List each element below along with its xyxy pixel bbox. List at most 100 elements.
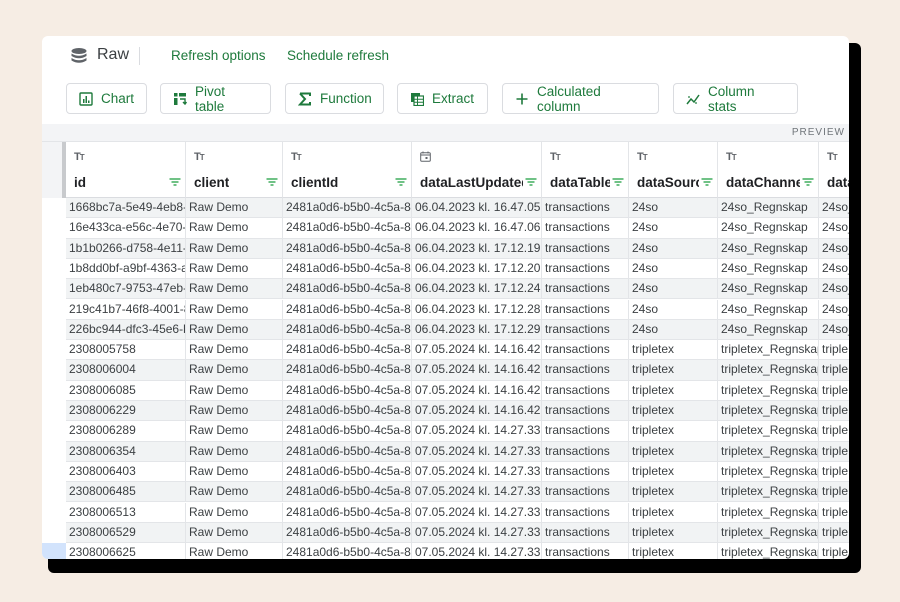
cell-data[interactable]: triple <box>819 482 849 501</box>
cell-id[interactable]: 226bc944-dfc3-45e6-b <box>66 319 186 340</box>
cell-id[interactable]: 2308006085 <box>66 380 186 400</box>
cell-id[interactable]: 1668bc7a-5e49-4eb8-9 <box>66 198 186 218</box>
cell-datalastupdated[interactable]: 06.04.2023 kl. 17.12.29 <box>412 319 542 340</box>
cell-data[interactable]: triple <box>819 421 849 440</box>
row-selector[interactable] <box>42 401 66 421</box>
cell-id[interactable]: 2308006229 <box>66 401 186 421</box>
cell-clientid[interactable]: 2481a0d6-b5b0-4c5a-80 <box>283 380 412 400</box>
cell-datalastupdated[interactable]: 06.04.2023 kl. 17.12.24 <box>412 279 542 299</box>
cell-clientid[interactable]: 2481a0d6-b5b0-4c5a-80 <box>283 218 412 238</box>
cell-id[interactable]: 2308006289 <box>66 421 186 441</box>
chart-button[interactable]: Chart <box>66 83 147 114</box>
cell-data[interactable]: 24so_ <box>819 259 849 278</box>
cell-datachannel[interactable]: tripletex_Regnskap <box>718 441 819 461</box>
table-row[interactable]: 2308006625 Raw Demo 2481a0d6-b5b0-4c5a-80 0… <box>66 543 849 559</box>
refresh-options-link[interactable]: Refresh options <box>171 48 266 63</box>
cell-datachannel[interactable]: tripletex_Regnskap <box>718 522 819 543</box>
cell-client[interactable]: Raw Demo <box>186 238 283 258</box>
cell-datalastupdated[interactable]: 07.05.2024 kl. 14.27.33 <box>412 421 542 441</box>
cell-data[interactable]: triple <box>819 442 849 461</box>
cell-clientid[interactable]: 2481a0d6-b5b0-4c5a-80 <box>283 340 412 360</box>
cell-datatable[interactable]: transactions <box>542 279 629 299</box>
row-selector[interactable] <box>42 360 66 380</box>
cell-datalastupdated[interactable]: 07.05.2024 kl. 14.16.42 <box>412 360 542 380</box>
cell-id[interactable]: 16e433ca-e56c-4e70-b <box>66 218 186 238</box>
cell-id[interactable]: 2308006529 <box>66 522 186 543</box>
column-header-datatable[interactable]: TT dataTable <box>542 142 629 198</box>
cell-client[interactable]: Raw Demo <box>186 198 283 218</box>
cell-datatable[interactable]: transactions <box>542 482 629 502</box>
row-selector[interactable] <box>42 421 66 441</box>
row-selector[interactable] <box>42 462 66 482</box>
table-row[interactable]: 16e433ca-e56c-4e70-b Raw Demo 2481a0d6-b5b… <box>66 218 849 239</box>
cell-datatable[interactable]: transactions <box>542 461 629 482</box>
cell-id[interactable]: 2308006625 <box>66 543 186 559</box>
cell-data[interactable]: triple <box>819 503 849 522</box>
cell-data[interactable]: triple <box>819 523 849 542</box>
cell-datalastupdated[interactable]: 07.05.2024 kl. 14.27.33 <box>412 502 542 522</box>
table-row[interactable]: 2308006229 Raw Demo 2481a0d6-b5b0-4c5a-80 0… <box>66 401 849 422</box>
table-row[interactable]: 1b1b0266-d758-4e11-9 Raw Demo 2481a0d6-b5b… <box>66 238 849 259</box>
cell-clientid[interactable]: 2481a0d6-b5b0-4c5a-80 <box>283 238 412 258</box>
cell-data[interactable]: 24so_ <box>819 239 849 258</box>
cell-clientid[interactable]: 2481a0d6-b5b0-4c5a-80 <box>283 360 412 380</box>
cell-datatable[interactable]: transactions <box>542 238 629 258</box>
cell-client[interactable]: Raw Demo <box>186 421 283 441</box>
cell-clientid[interactable]: 2481a0d6-b5b0-4c5a-80 <box>283 279 412 299</box>
row-selector[interactable] <box>42 300 66 320</box>
cell-datatable[interactable]: transactions <box>542 401 629 421</box>
cell-datasource[interactable]: 24so <box>629 198 718 218</box>
schedule-refresh-link[interactable]: Schedule refresh <box>287 48 389 63</box>
table-row[interactable]: 2308006354 Raw Demo 2481a0d6-b5b0-4c5a-80 0… <box>66 441 849 462</box>
cell-id[interactable]: 219c41b7-46f8-4001-8 <box>66 299 186 319</box>
cell-datachannel[interactable]: tripletex_Regnskap <box>718 502 819 522</box>
row-selector[interactable] <box>42 340 66 360</box>
filter-icon[interactable] <box>395 177 407 187</box>
cell-id[interactable]: 2308005758 <box>66 340 186 360</box>
table-row[interactable]: 2308006289 Raw Demo 2481a0d6-b5b0-4c5a-80 0… <box>66 421 849 442</box>
filter-icon[interactable] <box>169 177 181 187</box>
row-selector[interactable] <box>42 259 66 279</box>
table-row[interactable]: 2308005758 Raw Demo 2481a0d6-b5b0-4c5a-80 0… <box>66 340 849 361</box>
cell-datalastupdated[interactable]: 07.05.2024 kl. 14.27.33 <box>412 543 542 559</box>
table-row[interactable]: 226bc944-dfc3-45e6-b Raw Demo 2481a0d6-b5b… <box>66 319 849 341</box>
cell-clientid[interactable]: 2481a0d6-b5b0-4c5a-80 <box>283 502 412 522</box>
cell-clientid[interactable]: 2481a0d6-b5b0-4c5a-80 <box>283 461 412 482</box>
table-row[interactable]: 2308006403 Raw Demo 2481a0d6-b5b0-4c5a-80 0… <box>66 461 849 483</box>
table-row[interactable]: 219c41b7-46f8-4001-8 Raw Demo 2481a0d6-b5b… <box>66 299 849 320</box>
cell-clientid[interactable]: 2481a0d6-b5b0-4c5a-80 <box>283 522 412 543</box>
cell-datalastupdated[interactable]: 06.04.2023 kl. 17.12.19 <box>412 238 542 258</box>
cell-data[interactable]: triple <box>819 462 849 481</box>
column-header-client[interactable]: TT client <box>186 142 283 198</box>
cell-data[interactable]: triple <box>819 381 849 400</box>
cell-client[interactable]: Raw Demo <box>186 319 283 340</box>
column-header-clientid[interactable]: TT clientId <box>283 142 412 198</box>
cell-datasource[interactable]: tripletex <box>629 340 718 360</box>
column-header-datasource[interactable]: TT dataSource <box>629 142 718 198</box>
cell-datalastupdated[interactable]: 07.05.2024 kl. 14.27.33 <box>412 461 542 482</box>
cell-datalastupdated[interactable]: 06.04.2023 kl. 17.12.28 <box>412 299 542 319</box>
cell-datasource[interactable]: tripletex <box>629 380 718 400</box>
cell-client[interactable]: Raw Demo <box>186 258 283 279</box>
cell-datasource[interactable]: tripletex <box>629 421 718 441</box>
cell-data[interactable]: triple <box>819 340 849 359</box>
cell-datachannel[interactable]: 24so_Regnskap <box>718 279 819 299</box>
cell-datachannel[interactable]: tripletex_Regnskap <box>718 543 819 559</box>
cell-datachannel[interactable]: tripletex_Regnskap <box>718 421 819 441</box>
cell-datasource[interactable]: 24so <box>629 218 718 238</box>
cell-datachannel[interactable]: tripletex_Regnskap <box>718 461 819 482</box>
cell-client[interactable]: Raw Demo <box>186 380 283 400</box>
cell-id[interactable]: 2308006004 <box>66 360 186 380</box>
cell-clientid[interactable]: 2481a0d6-b5b0-4c5a-80 <box>283 441 412 461</box>
cell-id[interactable]: 2308006485 <box>66 482 186 502</box>
cell-client[interactable]: Raw Demo <box>186 279 283 299</box>
row-selector[interactable] <box>42 381 66 401</box>
cell-data[interactable]: triple <box>819 401 849 420</box>
row-selector[interactable] <box>42 239 66 259</box>
table-row[interactable]: 2308006485 Raw Demo 2481a0d6-b5b0-4c5a-80 0… <box>66 482 849 503</box>
function-button[interactable]: Function <box>285 83 384 114</box>
cell-datasource[interactable]: tripletex <box>629 522 718 543</box>
cell-datalastupdated[interactable]: 07.05.2024 kl. 14.16.42 <box>412 340 542 360</box>
cell-id[interactable]: 2308006403 <box>66 461 186 482</box>
cell-datatable[interactable]: transactions <box>542 340 629 360</box>
